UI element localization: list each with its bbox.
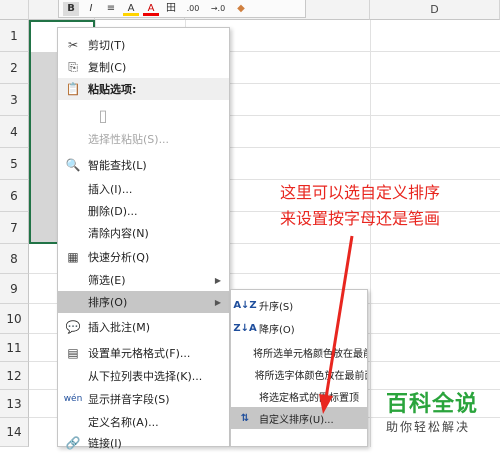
watermark-logo: 百科全说	[386, 392, 479, 417]
annotation-arrow	[319, 235, 354, 414]
watermark: 百科全说 助你轻松解决	[386, 386, 500, 435]
watermark-tagline: 助你轻松解决	[386, 420, 471, 434]
